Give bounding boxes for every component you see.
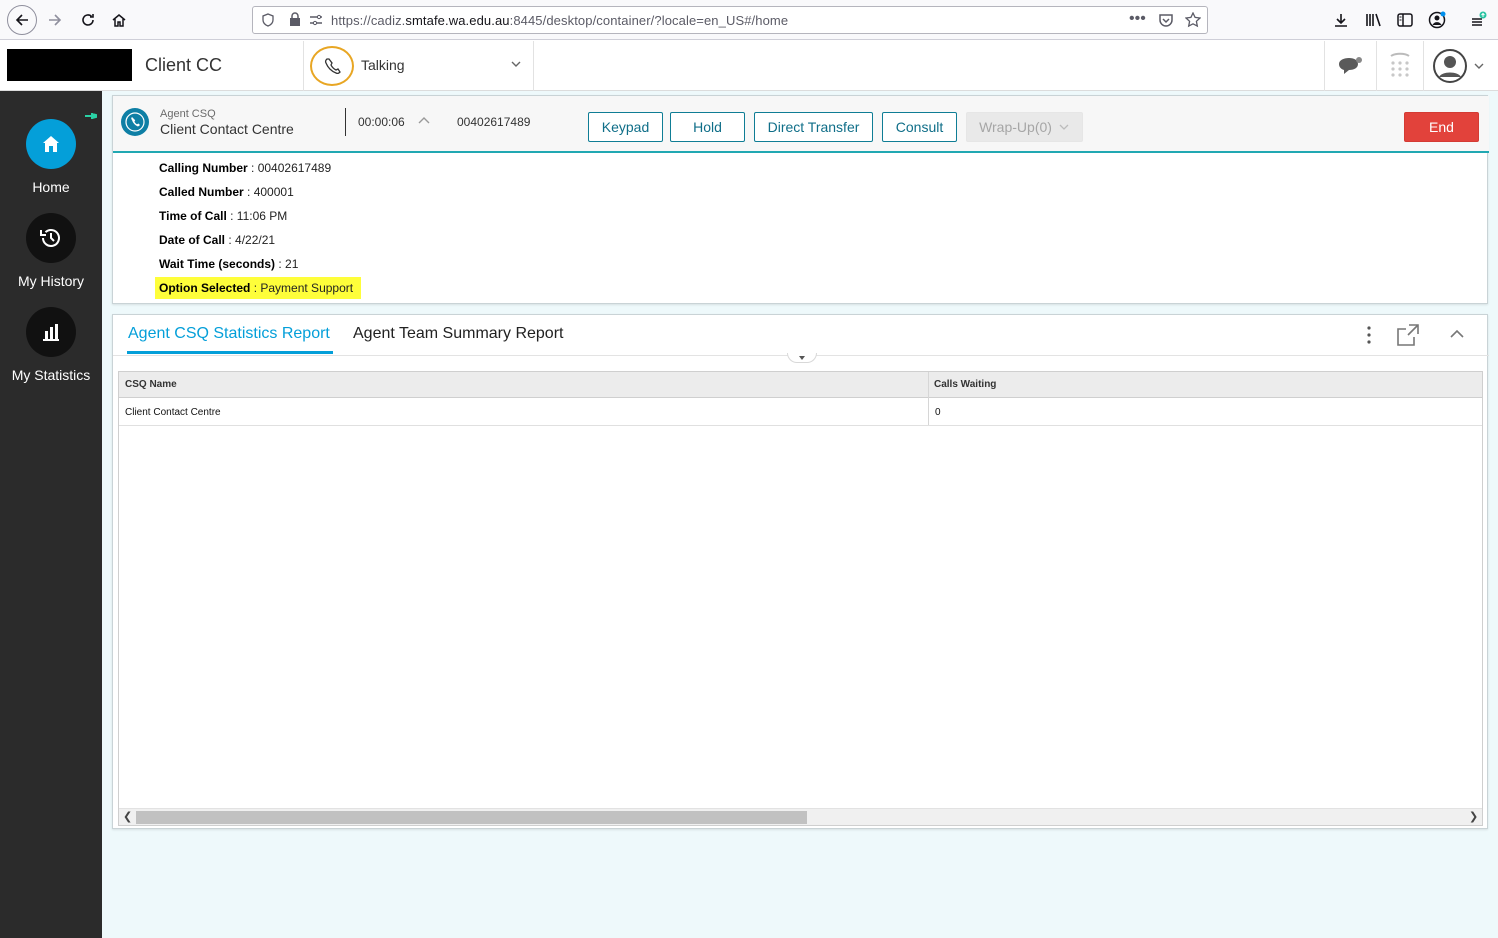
lock-icon [290, 12, 300, 26]
reports-card: Agent CSQ Statistics Report Agent Team S… [112, 314, 1489, 829]
redacted-logo [7, 49, 132, 81]
divider [345, 108, 346, 136]
pocket-icon[interactable] [1158, 13, 1174, 28]
call-detail-calling-number: Calling Number : 00402617489 [159, 161, 332, 175]
app-menu-icon[interactable] [1466, 8, 1490, 32]
csq-statistics-grid: CSQ Name Calls Waiting Client Contact Ce… [118, 371, 1483, 826]
forward-arrow-icon [49, 14, 62, 26]
call-detail-date: Date of Call : 4/22/21 [159, 233, 276, 247]
permissions-icon[interactable] [309, 14, 323, 26]
chevron-down-icon [1059, 124, 1069, 130]
scroll-right-icon[interactable]: ❯ [1469, 810, 1478, 823]
pop-out-icon[interactable] [1396, 323, 1420, 347]
user-avatar-icon [1433, 49, 1467, 83]
resize-grip[interactable] [787, 353, 817, 363]
agent-state-dropdown[interactable]: Talking [304, 41, 533, 91]
page-actions-icon[interactable]: ••• [1129, 10, 1146, 28]
more-options-icon[interactable] [1363, 325, 1375, 345]
account-icon[interactable] [1425, 8, 1449, 32]
sidebar-item-label: My Statistics [11, 367, 91, 383]
dialpad-icon[interactable] [1382, 41, 1418, 91]
call-detail-wait-time: Wait Time (seconds) : 21 [159, 257, 299, 271]
caret-down-icon [799, 355, 805, 360]
divider [1324, 41, 1325, 91]
sidebar-toggle-icon[interactable] [1393, 8, 1417, 32]
divider [1423, 41, 1424, 91]
sidebar-item-label: Home [32, 179, 70, 195]
call-timer: 00:00:06 [358, 115, 405, 129]
divider [1376, 41, 1377, 91]
keypad-button[interactable]: Keypad [588, 112, 663, 142]
csq-name: Client Contact Centre [160, 121, 294, 137]
column-header-csq-name[interactable]: CSQ Name [125, 379, 177, 390]
column-header-calls-waiting[interactable]: Calls Waiting [934, 379, 996, 390]
sidebar-item-label: My History [17, 273, 85, 289]
sidebar-item-home[interactable]: Home [0, 119, 102, 195]
downloads-icon[interactable] [1329, 8, 1353, 32]
back-arrow-icon [15, 14, 28, 26]
main-content: Agent CSQ Client Contact Centre 00:00:06… [102, 91, 1498, 938]
forward-button[interactable] [41, 6, 69, 34]
call-detail-time: Time of Call : 11:06 PM [159, 209, 288, 223]
wrapup-dropdown: Wrap-Up(0) [966, 112, 1083, 142]
call-detail-option-selected: Option Selected : Payment Support [155, 277, 362, 299]
divider [533, 41, 534, 91]
call-control-bar: Agent CSQ Client Contact Centre 00:00:06… [113, 96, 1489, 153]
shield-icon [262, 13, 274, 27]
call-control-card: Agent CSQ Client Contact Centre 00:00:06… [112, 95, 1489, 304]
csq-caption: Agent CSQ [160, 108, 216, 120]
call-queue-icon [121, 108, 149, 136]
cell-calls-waiting: 0 [935, 407, 941, 418]
url-text: https://cadiz.smtafe.wa.edu.au:8445/desk… [331, 13, 789, 28]
home-icon [26, 119, 76, 169]
house-icon [112, 14, 126, 27]
bookmark-star-icon[interactable] [1185, 12, 1201, 28]
user-profile-menu[interactable] [1428, 41, 1490, 91]
home-page-button[interactable] [105, 6, 133, 34]
consult-button[interactable]: Consult [882, 112, 957, 142]
scroll-left-icon[interactable]: ❮ [123, 810, 132, 823]
browser-toolbar: https://cadiz.smtafe.wa.edu.au:8445/desk… [0, 0, 1498, 40]
chevron-up-icon[interactable] [417, 115, 431, 127]
wrapup-label: Wrap-Up(0) [979, 119, 1052, 135]
chevron-down-icon [511, 61, 521, 67]
scrollbar-thumb[interactable] [136, 811, 807, 824]
app-header: Client CC Talking [0, 41, 1498, 91]
cell-csq-name: Client Contact Centre [125, 407, 221, 418]
reload-icon [82, 14, 94, 26]
caller-number: 00402617489 [457, 115, 531, 129]
agent-state-label: Talking [361, 57, 405, 73]
reload-button[interactable] [74, 6, 102, 34]
back-button[interactable] [7, 5, 37, 35]
call-detail-called-number: Called Number : 400001 [159, 185, 294, 199]
bar-chart-icon [26, 307, 76, 357]
sidebar-item-my-history[interactable]: My History [0, 213, 102, 289]
team-name: Client CC [145, 55, 223, 75]
end-call-button[interactable]: End [1404, 112, 1479, 142]
horizontal-scrollbar[interactable]: ❮ ❯ [119, 808, 1482, 825]
sidebar-item-my-statistics[interactable]: My Statistics [0, 307, 102, 383]
hold-button[interactable]: Hold [670, 112, 745, 142]
history-icon [26, 213, 76, 263]
chat-icon[interactable] [1330, 41, 1370, 91]
table-row: Client Contact Centre 0 [119, 399, 1482, 426]
grid-header: CSQ Name Calls Waiting [119, 372, 1482, 398]
url-bar[interactable]: https://cadiz.smtafe.wa.edu.au:8445/desk… [252, 6, 1208, 34]
library-icon[interactable] [1362, 8, 1386, 32]
chevron-down-icon [1474, 63, 1484, 69]
active-tab-indicator [127, 351, 333, 354]
tab-agent-team-summary[interactable]: Agent Team Summary Report [353, 325, 563, 343]
sidebar: Home My History My Statistics [0, 91, 102, 938]
direct-transfer-button[interactable]: Direct Transfer [754, 112, 873, 142]
talking-phone-icon [310, 46, 354, 86]
collapse-icon[interactable] [1449, 327, 1465, 341]
tab-agent-csq-statistics[interactable]: Agent CSQ Statistics Report [128, 325, 330, 343]
